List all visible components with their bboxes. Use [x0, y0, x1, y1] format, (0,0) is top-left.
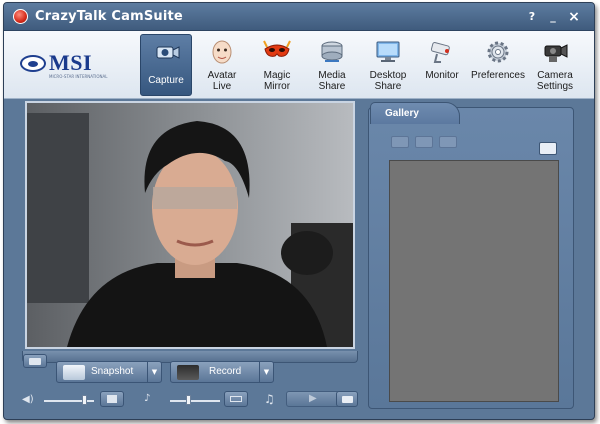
- gallery-title: Gallery: [385, 108, 419, 119]
- camera-settings-icon: [544, 44, 568, 62]
- volume-slider-knob[interactable]: [82, 395, 87, 405]
- speaker-icon: ◀): [22, 394, 34, 405]
- video-source-button[interactable]: [23, 354, 47, 368]
- avatar-face-icon: [212, 40, 232, 64]
- snapshot-dropdown-arrow-icon[interactable]: ▼: [147, 362, 161, 382]
- tool-label: Media Share: [318, 70, 346, 92]
- mic-toggle-button[interactable]: [224, 391, 248, 407]
- speaker-toggle-button[interactable]: [100, 391, 124, 407]
- help-button[interactable]: ?: [524, 9, 540, 25]
- video-preview[interactable]: [25, 101, 355, 349]
- tool-label: Preferences: [471, 70, 525, 81]
- tool-label: Capture: [148, 75, 184, 86]
- brand-name: MSI: [49, 50, 93, 75]
- tool-label: Magic Mirror: [263, 70, 291, 92]
- tool-label: Avatar Live: [207, 70, 237, 92]
- microphone-slider[interactable]: [170, 400, 220, 402]
- snapshot-button[interactable]: Snapshot ▼: [56, 361, 162, 383]
- gear-icon: [487, 41, 509, 63]
- app-logo-icon: [13, 9, 28, 24]
- minimize-button[interactable]: _: [545, 9, 561, 25]
- tool-monitor[interactable]: Monitor: [418, 34, 466, 96]
- title-bar[interactable]: CrazyTalk CamSuite ? _ ×: [4, 3, 594, 31]
- brand-subtitle: MICRO-STAR INTERNATIONAL: [49, 74, 108, 79]
- security-camera-icon: [430, 42, 450, 63]
- gallery-tab[interactable]: Gallery: [370, 102, 460, 124]
- gallery-view-toggle-icon[interactable]: [539, 142, 557, 155]
- magic-mask-icon: [263, 40, 291, 57]
- open-folder-button[interactable]: [336, 391, 358, 407]
- music-note-icon: ♫: [264, 392, 275, 406]
- gallery-thumbnail-area[interactable]: [389, 160, 559, 402]
- brand-logo: MSI MICRO-STAR INTERNATIONAL: [20, 50, 116, 81]
- tool-preferences[interactable]: Preferences: [468, 34, 528, 96]
- window-title: CrazyTalk CamSuite: [35, 9, 183, 24]
- gallery-panel: [368, 107, 574, 409]
- main-toolbar: MSI MICRO-STAR INTERNATIONAL Capture Ava…: [4, 31, 594, 99]
- tool-label: Desktop Share: [369, 70, 407, 92]
- record-film-icon: [177, 365, 199, 380]
- tool-capture[interactable]: Capture: [140, 34, 192, 96]
- snapshot-photo-icon: [63, 365, 85, 380]
- gallery-delete-icon[interactable]: [415, 136, 433, 148]
- tool-label: Monitor: [425, 70, 459, 81]
- tool-desktop-share[interactable]: Desktop Share: [362, 34, 414, 96]
- play-audio-button[interactable]: ▶: [286, 391, 340, 407]
- snapshot-label: Snapshot: [91, 366, 134, 377]
- mic-toggle-icon: [230, 396, 242, 402]
- close-button[interactable]: ×: [566, 9, 582, 25]
- app-window: CrazyTalk CamSuite ? _ × MSI MICRO-STAR …: [3, 2, 595, 420]
- tool-label: Camera Settings: [536, 70, 574, 92]
- media-share-icon: [321, 41, 343, 62]
- tool-camera-settings[interactable]: Camera Settings: [528, 34, 582, 96]
- speaker-toggle-icon: [107, 395, 117, 403]
- video-camera-icon: [29, 358, 41, 365]
- tool-avatar-live[interactable]: Avatar Live: [198, 34, 246, 96]
- record-button[interactable]: Record ▼: [170, 361, 274, 383]
- microphone-slider-knob[interactable]: [186, 395, 191, 405]
- webcam-feed-image: [27, 103, 353, 347]
- desktop-share-icon: [376, 41, 400, 62]
- record-label: Record: [209, 366, 242, 377]
- microphone-icon: ♪: [144, 393, 151, 404]
- play-icon: ▶: [309, 393, 317, 404]
- record-dropdown-arrow-icon[interactable]: ▼: [259, 362, 273, 382]
- tool-media-share[interactable]: Media Share: [308, 34, 356, 96]
- gallery-email-icon[interactable]: [439, 136, 457, 148]
- brand-oval-icon: [20, 55, 46, 72]
- gallery-copy-icon[interactable]: [391, 136, 409, 148]
- camera-icon: [156, 46, 180, 59]
- folder-icon: [342, 396, 353, 403]
- tool-magic-mirror[interactable]: Magic Mirror: [252, 34, 302, 96]
